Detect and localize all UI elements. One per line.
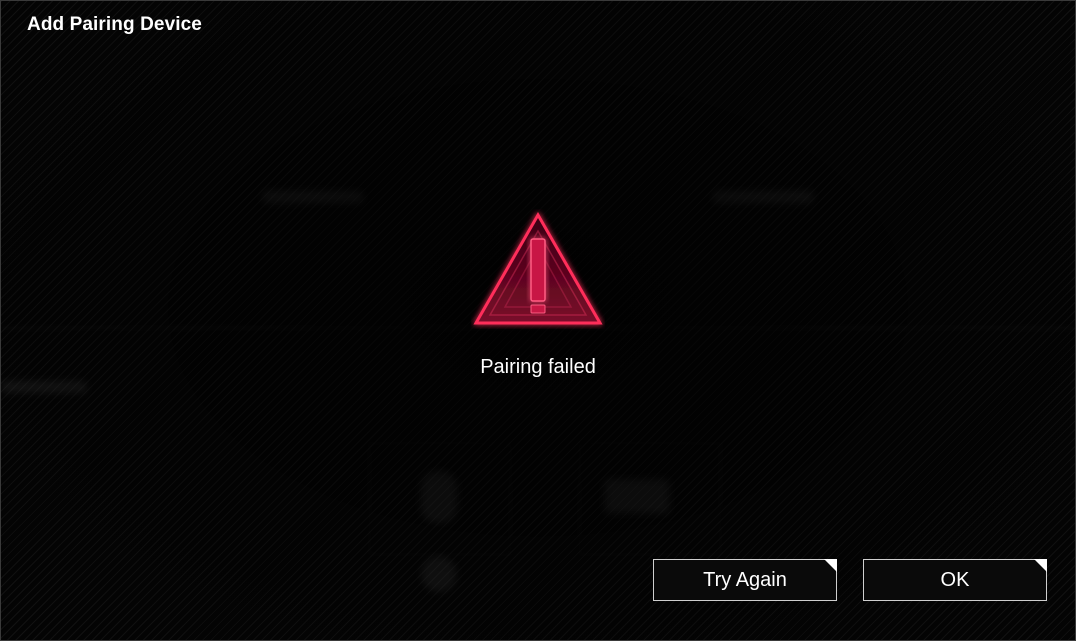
status-message: Pairing failed [480,356,596,378]
dialog-title: Add Pairing Device [27,14,202,35]
ok-label: OK [940,568,970,591]
corner-accent-icon [824,559,837,572]
warning-triangle-icon [473,211,603,325]
pairing-dialog: Add Pairing Device Pairing failed Try Ag… [0,0,1076,641]
corner-accent-icon [1034,559,1047,572]
try-again-label: Try Again [703,568,787,591]
try-again-button[interactable]: Try Again [653,559,837,601]
ok-button[interactable]: OK [863,559,1047,601]
